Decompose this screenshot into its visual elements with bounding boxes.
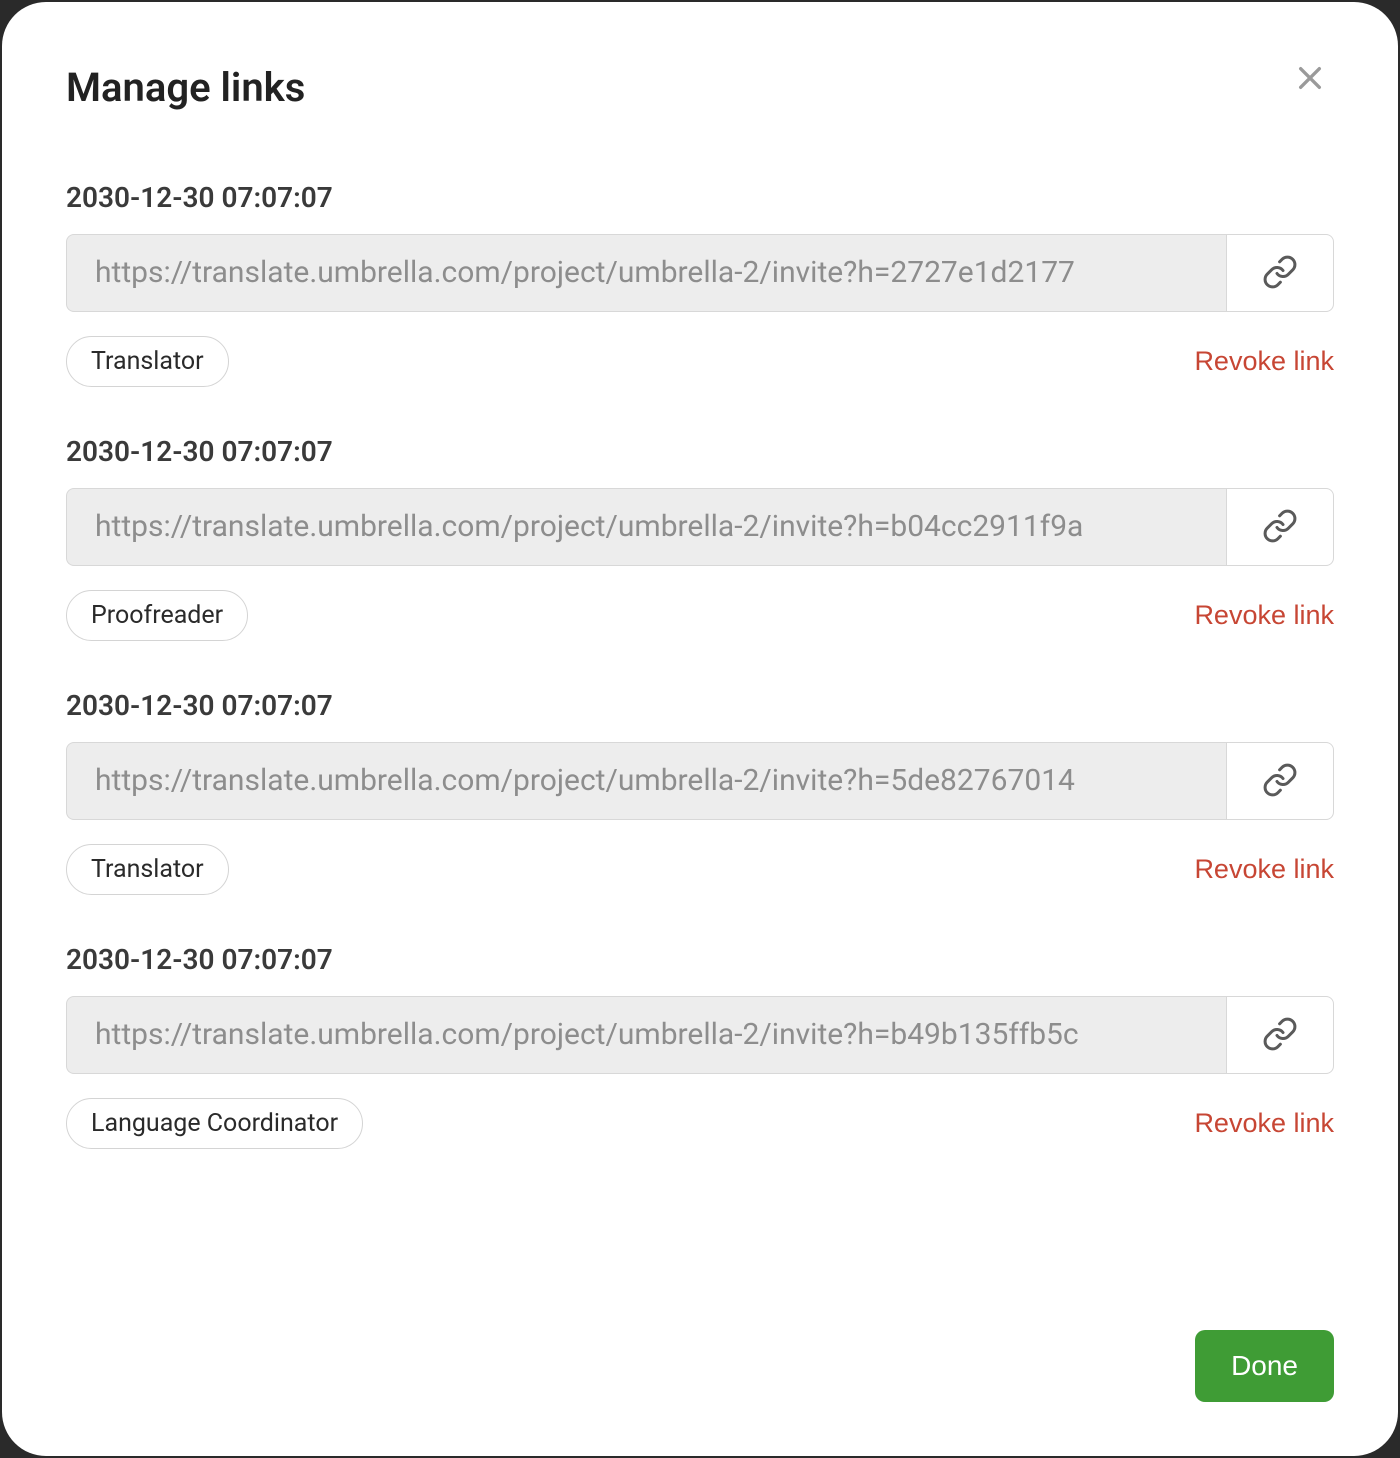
copy-link-button[interactable] (1226, 742, 1334, 820)
revoke-link-button[interactable]: Revoke link (1194, 854, 1334, 885)
link-timestamp: 2030-12-30 07:07:07 (66, 689, 1334, 722)
link-icon (1262, 762, 1298, 801)
link-footer: Translator Revoke link (66, 336, 1334, 387)
modal-title: Manage links (66, 64, 305, 111)
link-input-row: https://translate.umbrella.com/project/u… (66, 234, 1334, 312)
link-icon (1262, 508, 1298, 547)
modal-header: Manage links (66, 64, 1334, 111)
link-input-row: https://translate.umbrella.com/project/u… (66, 742, 1334, 820)
link-url-field[interactable]: https://translate.umbrella.com/project/u… (66, 742, 1226, 820)
copy-link-button[interactable] (1226, 234, 1334, 312)
copy-link-button[interactable] (1226, 488, 1334, 566)
link-url-field[interactable]: https://translate.umbrella.com/project/u… (66, 488, 1226, 566)
link-url-field[interactable]: https://translate.umbrella.com/project/u… (66, 996, 1226, 1074)
link-footer: Translator Revoke link (66, 844, 1334, 895)
link-timestamp: 2030-12-30 07:07:07 (66, 943, 1334, 976)
links-list: 2030-12-30 07:07:07 https://translate.um… (66, 181, 1334, 1330)
role-chip: Proofreader (66, 590, 248, 641)
revoke-link-button[interactable]: Revoke link (1194, 346, 1334, 377)
link-item: 2030-12-30 07:07:07 https://translate.um… (66, 943, 1334, 1149)
link-item: 2030-12-30 07:07:07 https://translate.um… (66, 181, 1334, 387)
link-timestamp: 2030-12-30 07:07:07 (66, 435, 1334, 468)
link-item: 2030-12-30 07:07:07 https://translate.um… (66, 689, 1334, 895)
manage-links-modal: Manage links 2030-12-30 07:07:07 https:/… (2, 2, 1398, 1456)
link-url-field[interactable]: https://translate.umbrella.com/project/u… (66, 234, 1226, 312)
close-button[interactable] (1286, 54, 1334, 102)
link-footer: Proofreader Revoke link (66, 590, 1334, 641)
revoke-link-button[interactable]: Revoke link (1194, 1108, 1334, 1139)
role-chip: Language Coordinator (66, 1098, 363, 1149)
link-timestamp: 2030-12-30 07:07:07 (66, 181, 1334, 214)
done-button[interactable]: Done (1195, 1330, 1334, 1402)
copy-link-button[interactable] (1226, 996, 1334, 1074)
modal-footer: Done (66, 1330, 1334, 1402)
role-chip: Translator (66, 844, 229, 895)
revoke-link-button[interactable]: Revoke link (1194, 600, 1334, 631)
role-chip: Translator (66, 336, 229, 387)
link-input-row: https://translate.umbrella.com/project/u… (66, 488, 1334, 566)
link-input-row: https://translate.umbrella.com/project/u… (66, 996, 1334, 1074)
link-footer: Language Coordinator Revoke link (66, 1098, 1334, 1149)
link-icon (1262, 1016, 1298, 1055)
link-icon (1262, 254, 1298, 293)
link-item: 2030-12-30 07:07:07 https://translate.um… (66, 435, 1334, 641)
